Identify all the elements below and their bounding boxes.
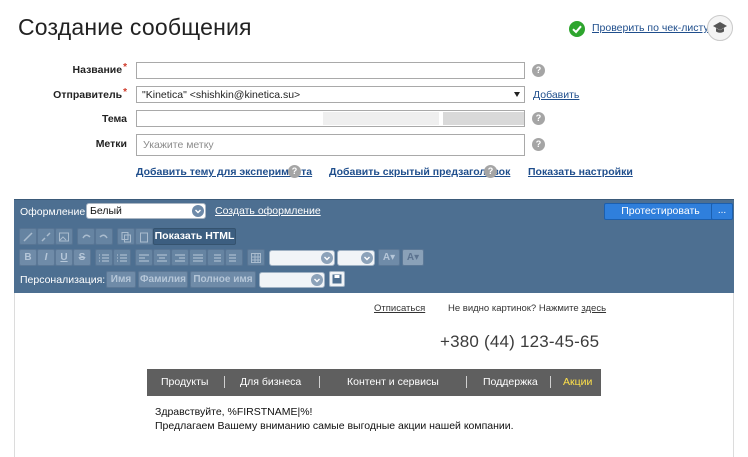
align-center-icon[interactable] <box>153 249 171 266</box>
theme-input[interactable] <box>136 110 525 127</box>
tags-label: Метки <box>95 138 127 150</box>
sender-label: Отправитель* <box>53 87 127 101</box>
redo-icon[interactable] <box>95 228 113 245</box>
nav-item-content[interactable]: Контент и сервисы <box>347 376 439 388</box>
help-icon[interactable]: ? <box>288 165 301 178</box>
numbered-list-icon[interactable] <box>113 249 131 266</box>
personalization-select[interactable] <box>259 272 325 288</box>
bullet-list-icon[interactable] <box>95 249 113 266</box>
unsubscribe-link[interactable]: Отписаться <box>374 303 425 314</box>
align-right-icon[interactable] <box>171 249 189 266</box>
checklist-link[interactable]: Проверить по чек-листу <box>592 22 709 34</box>
underline-button[interactable]: U <box>55 249 73 266</box>
create-design-link[interactable]: Создать оформление <box>215 205 321 217</box>
no-images-link[interactable]: здесь <box>581 303 606 314</box>
copy-icon[interactable] <box>117 228 135 245</box>
help-icon[interactable]: ? <box>532 138 545 151</box>
tags-placeholder: Укажите метку <box>143 139 214 151</box>
email-nav-bar: Продукты Для бизнеса Контент и сервисы П… <box>147 369 601 396</box>
theme-redacted-block <box>323 112 439 125</box>
personalization-label: Персонализация: <box>20 274 106 286</box>
image-icon[interactable] <box>55 228 73 245</box>
align-justify-icon[interactable] <box>189 249 207 266</box>
theme-label: Тема <box>101 113 127 125</box>
align-left-icon[interactable] <box>135 249 153 266</box>
design-value: Белый <box>90 205 122 217</box>
help-icon[interactable]: ? <box>484 165 497 178</box>
bold-button[interactable]: B <box>19 249 37 266</box>
nav-divider <box>550 376 551 388</box>
test-button[interactable]: Протестировать <box>604 203 717 220</box>
sender-value: "Kinetica" <shishkin@kinetica.su> <box>142 89 301 101</box>
sender-select[interactable]: "Kinetica" <shishkin@kinetica.su> <box>136 86 525 103</box>
name-input[interactable] <box>136 62 525 79</box>
save-icon[interactable] <box>329 271 345 287</box>
graduation-cap-icon[interactable] <box>707 15 733 41</box>
indent-icon[interactable] <box>207 249 225 266</box>
personalize-last-name-button[interactable]: Фамилия <box>138 271 188 288</box>
show-settings-link[interactable]: Показать настройки <box>528 166 633 178</box>
more-button[interactable]: ... <box>711 203 733 220</box>
design-select[interactable]: Белый <box>86 203 206 219</box>
outdent-icon[interactable] <box>225 249 243 266</box>
show-html-button[interactable]: Показать HTML <box>153 228 236 245</box>
nav-item-products[interactable]: Продукты <box>161 376 208 388</box>
nav-item-support[interactable]: Поддержка <box>483 376 538 388</box>
help-icon[interactable]: ? <box>532 112 545 125</box>
check-circle-icon <box>569 21 585 37</box>
offer-text: Предлагаем Вашему вниманию самые выгодны… <box>155 420 514 432</box>
add-experiment-theme-link[interactable]: Добавить тему для эксперимента <box>136 166 312 178</box>
nav-divider <box>319 376 320 388</box>
nav-divider <box>466 376 467 388</box>
help-icon[interactable]: ? <box>532 64 545 77</box>
dropdown-arrow-icon <box>514 92 520 97</box>
chevron-down-icon <box>192 205 204 217</box>
personalize-full-name-button[interactable]: Полное имя <box>190 271 256 288</box>
name-label: Название* <box>72 62 127 76</box>
paste-icon[interactable] <box>135 228 153 245</box>
tags-input[interactable]: Укажите метку <box>136 134 525 156</box>
undo-icon[interactable] <box>77 228 95 245</box>
greeting-text: Здравствуйте, %FIRSTNAME|%! <box>155 406 313 418</box>
strikethrough-button[interactable]: S <box>73 249 91 266</box>
nav-item-business[interactable]: Для бизнеса <box>240 376 301 388</box>
unlink-icon[interactable] <box>37 228 55 245</box>
text-color-button[interactable]: A▾ <box>378 249 400 266</box>
background-color-button[interactable]: A▾ <box>402 249 424 266</box>
editor-toolbar-panel: Оформление: Белый Создать оформление Про… <box>14 199 734 293</box>
chevron-down-icon <box>321 252 333 264</box>
table-icon[interactable] <box>247 249 265 266</box>
italic-button[interactable]: I <box>37 249 55 266</box>
page-title: Создание сообщения <box>18 14 252 40</box>
chevron-down-icon <box>311 274 323 286</box>
chevron-down-icon <box>361 252 373 264</box>
font-size-select[interactable] <box>337 250 375 266</box>
no-images-notice: Не видно картинок? Нажмите здесь <box>448 303 606 314</box>
design-label: Оформление: <box>20 206 89 218</box>
font-family-select[interactable] <box>269 250 335 266</box>
theme-redacted-block <box>443 112 524 125</box>
nav-item-promotions[interactable]: Акции <box>563 376 592 388</box>
no-images-text: Не видно картинок? Нажмите <box>448 303 579 314</box>
nav-divider <box>224 376 225 388</box>
add-sender-link[interactable]: Добавить <box>533 89 579 101</box>
contact-phone: +380 (44) 123-45-65 <box>440 332 600 351</box>
personalize-first-name-button[interactable]: Имя <box>106 271 136 288</box>
link-icon[interactable] <box>19 228 37 245</box>
